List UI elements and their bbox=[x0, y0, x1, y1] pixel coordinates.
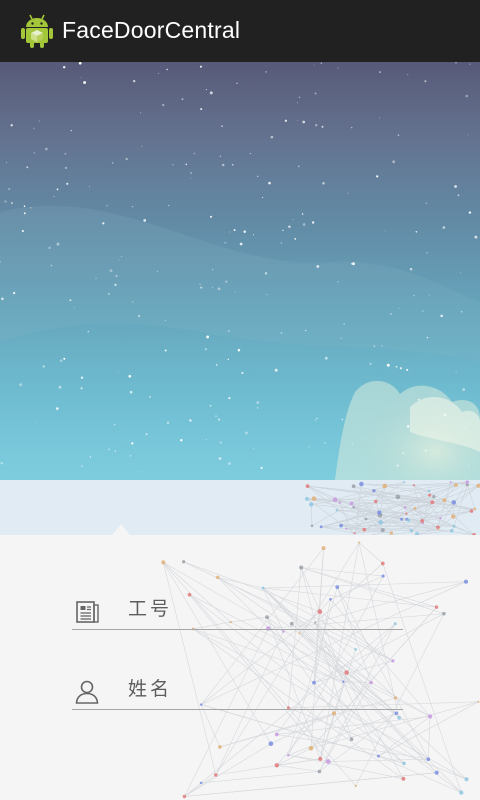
pointer-notch bbox=[112, 524, 130, 535]
employee-id-field[interactable] bbox=[72, 584, 403, 630]
app-title: FaceDoorCentral bbox=[62, 17, 241, 43]
name-field[interactable] bbox=[72, 664, 403, 710]
name-input[interactable] bbox=[128, 674, 398, 704]
user-icon bbox=[75, 680, 99, 704]
action-bar: FaceDoorCentral bbox=[0, 0, 480, 62]
header-image-starry-sky bbox=[0, 62, 480, 480]
android-robot-icon bbox=[21, 14, 53, 48]
id-card-icon bbox=[76, 601, 99, 623]
employee-id-input[interactable] bbox=[128, 594, 398, 624]
